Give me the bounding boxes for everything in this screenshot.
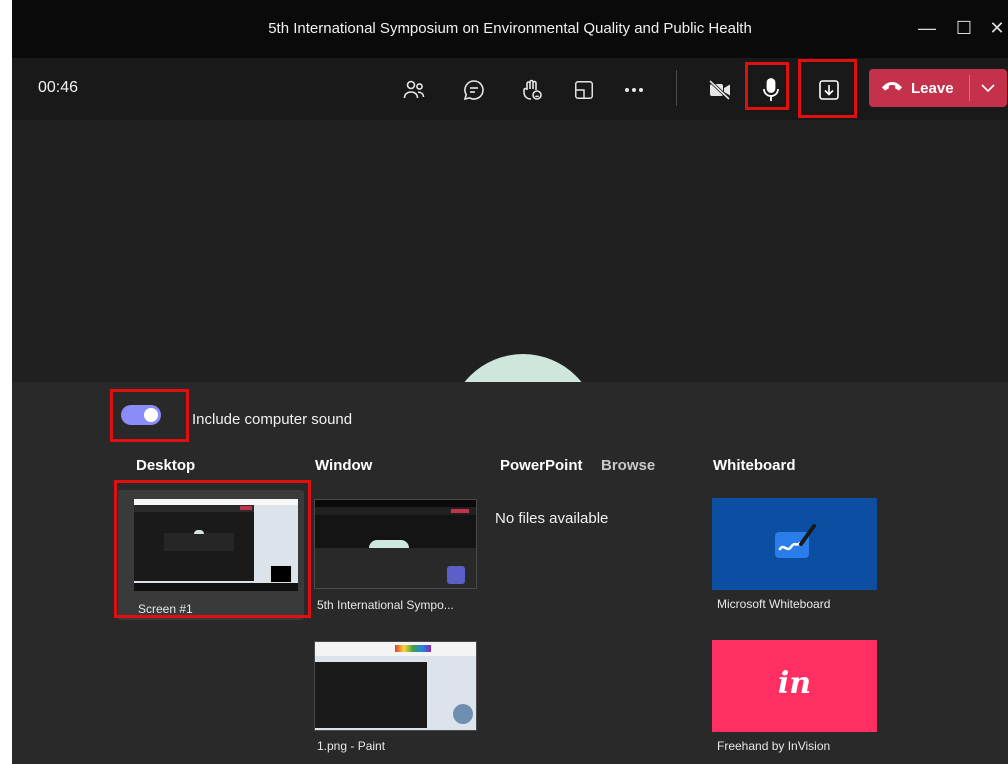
meeting-timer: 00:46 [38,79,79,96]
invision-freehand-tile[interactable]: in [712,640,877,732]
invision-logo-icon: in [777,666,812,701]
window-title: 5th International Symposium on Environme… [268,20,752,37]
chat-icon[interactable] [458,74,490,106]
invision-freehand-label: Freehand by InVision [717,739,831,753]
meeting-toolbar: 00:46 Leave [12,58,1008,140]
chevron-down-icon [981,79,995,97]
screen-tile-highlight [114,480,311,618]
rooms-icon[interactable] [568,74,600,106]
whiteboard-header: Whiteboard [713,457,796,474]
paint-window-thumbnail[interactable] [314,641,477,731]
leave-label: Leave [911,79,954,97]
meeting-stage [12,120,1008,382]
leave-button-group: Leave [869,69,1007,107]
people-icon[interactable] [398,74,430,106]
paint-window-label: 1.png - Paint [317,739,386,753]
teams-window-label: 5th International Sympo... [317,598,454,612]
whiteboard-icon [772,522,818,567]
leave-phone-icon [881,79,903,97]
toolbar-divider [676,70,677,106]
desktop-header: Desktop [136,457,196,474]
window-header: Window [315,457,373,474]
close-button[interactable]: ✕ [982,13,1008,43]
browse-link[interactable]: Browse [601,457,655,474]
leave-button[interactable]: Leave [869,69,969,107]
leave-separator [969,75,970,101]
microsoft-whiteboard-label: Microsoft Whiteboard [717,597,831,611]
include-sound-label: Include computer sound [192,411,353,428]
share-tray: Include computer sound Desktop Window Po… [12,382,1008,764]
microphone-highlight [745,62,789,110]
maximize-button[interactable]: ☐ [949,13,979,43]
more-icon[interactable] [618,74,650,106]
toggle-knob [144,408,158,422]
minimize-button[interactable]: — [912,13,942,43]
leave-options-button[interactable] [973,69,1003,107]
powerpoint-header: PowerPoint [500,457,583,474]
microsoft-whiteboard-tile[interactable] [712,498,877,590]
title-bar: 5th International Symposium on Environme… [12,0,1008,58]
powerpoint-empty-message: No files available [495,510,609,527]
camera-off-icon[interactable] [704,74,736,106]
raise-hand-icon[interactable] [516,74,548,106]
teams-window-thumbnail[interactable] [314,499,477,589]
share-highlight [798,59,857,118]
participant-avatar [448,354,598,382]
teams-meeting-window: 5th International Symposium on Environme… [12,0,1008,764]
include-sound-toggle[interactable] [121,405,161,425]
